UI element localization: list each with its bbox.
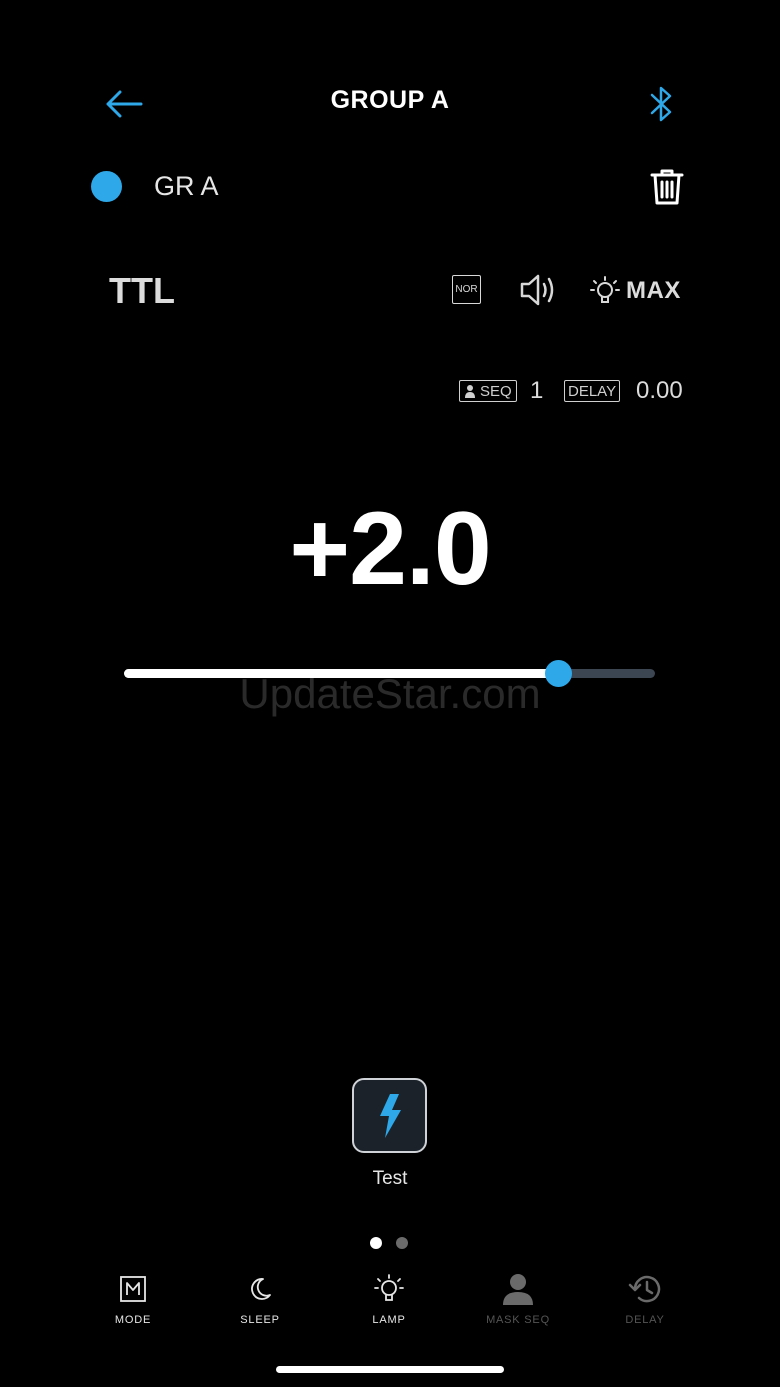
seq-value: 1: [530, 377, 544, 404]
speaker-icon: [520, 274, 554, 306]
flash-mode-label: TTL: [109, 270, 175, 311]
nor-toggle[interactable]: NOR: [452, 275, 481, 304]
tab-delay[interactable]: DELAY: [590, 1272, 700, 1332]
tab-label: MODE: [114, 1314, 152, 1326]
tab-label: LAMP: [372, 1314, 406, 1326]
home-indicator[interactable]: [276, 1366, 504, 1373]
lamp-icon: [590, 276, 620, 303]
tab-lamp[interactable]: LAMP: [334, 1272, 444, 1332]
tab-label: MASK SEQ: [486, 1314, 550, 1326]
test-flash-button[interactable]: [352, 1078, 427, 1153]
lamp-level-button[interactable]: MAX: [590, 270, 681, 312]
moon-icon: [251, 1278, 271, 1300]
bluetooth-button[interactable]: [640, 80, 684, 128]
slider-thumb[interactable]: [545, 660, 572, 687]
group-name: GR A: [154, 171, 219, 201]
lamp-icon: [374, 1274, 404, 1301]
history-icon: [628, 1275, 661, 1303]
person-icon: [503, 1274, 533, 1305]
mode-m-icon: [120, 1276, 146, 1302]
delay-label: DELAY: [568, 382, 617, 400]
lamp-value: MAX: [626, 277, 681, 304]
seq-badge: SEQ: [459, 380, 517, 402]
delay-value: 0.00: [636, 377, 683, 404]
nor-label: NOR: [455, 284, 478, 295]
delay-badge: DELAY: [564, 380, 621, 402]
power-value: +2.0: [289, 491, 491, 607]
trash-icon: [650, 169, 684, 205]
page-dot-1[interactable]: [370, 1237, 382, 1249]
lightning-icon: [379, 1093, 401, 1138]
slider-fill: [124, 669, 558, 678]
sound-toggle[interactable]: [516, 268, 562, 312]
delete-group-button[interactable]: [644, 164, 690, 210]
tab-label: SLEEP: [240, 1314, 280, 1326]
power-slider[interactable]: [124, 660, 655, 687]
tab-sleep[interactable]: SLEEP: [205, 1272, 315, 1332]
seq-label: SEQ: [480, 382, 512, 400]
page-dot-2[interactable]: [396, 1237, 408, 1249]
tab-mask-seq[interactable]: MASK SEQ: [463, 1272, 573, 1332]
test-label: Test: [372, 1168, 408, 1189]
tab-label: DELAY: [625, 1314, 665, 1326]
bluetooth-icon: [650, 86, 672, 122]
person-icon: [465, 385, 475, 398]
group-color-dot: [91, 171, 122, 202]
tab-mode[interactable]: MODE: [78, 1272, 188, 1332]
